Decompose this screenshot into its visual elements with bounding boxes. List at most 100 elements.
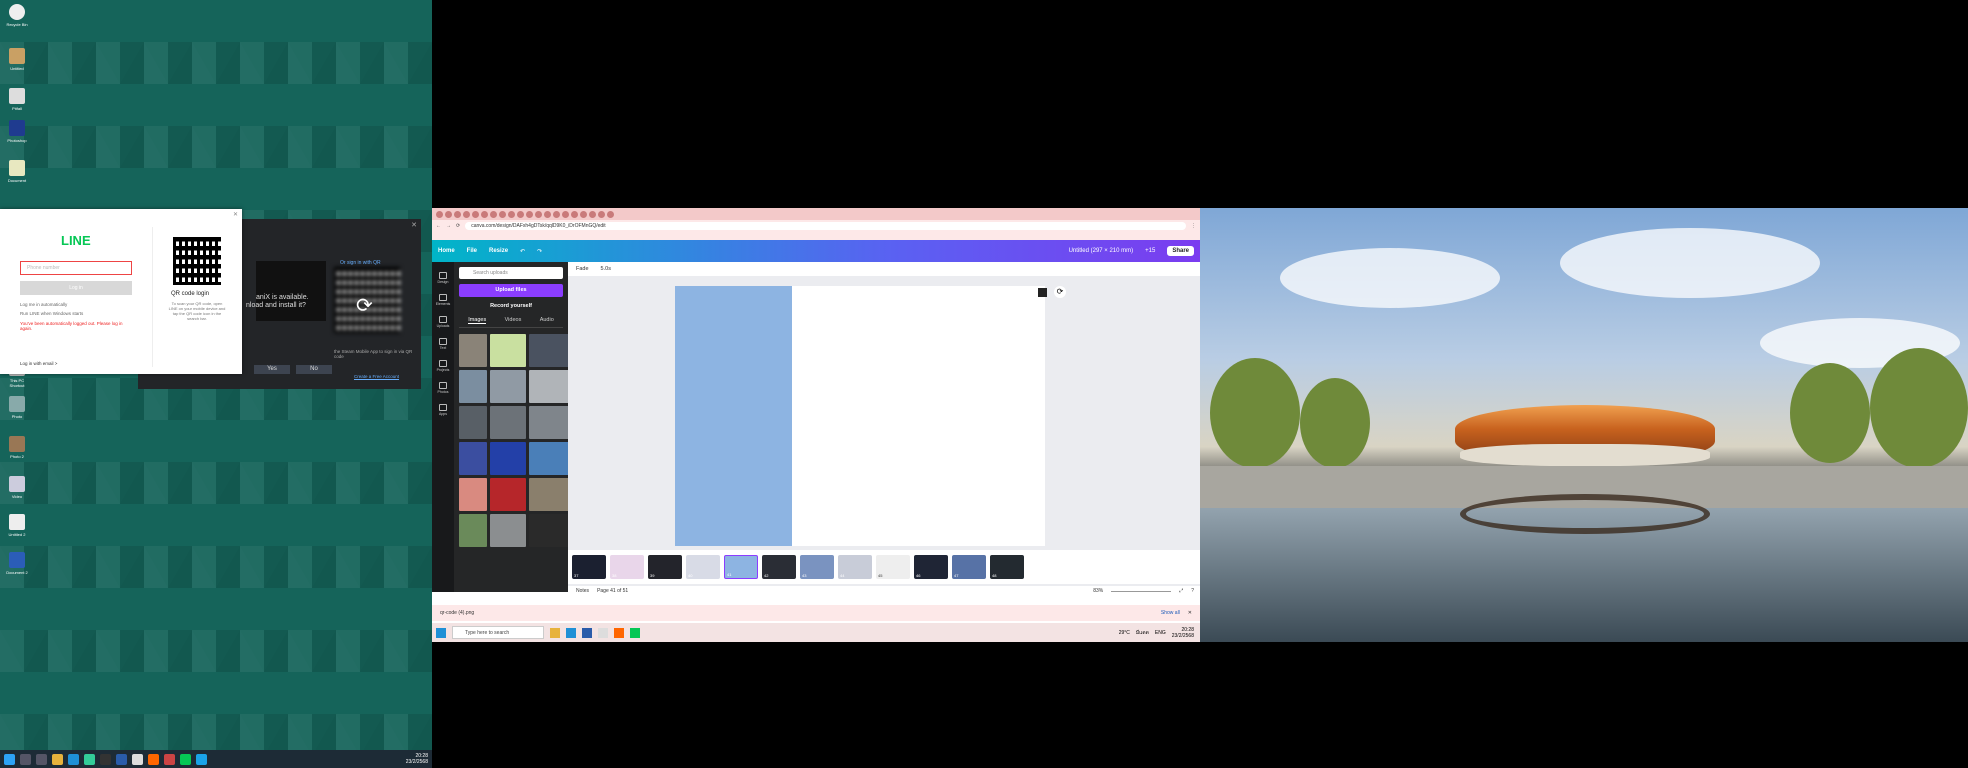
page-thumb[interactable]: 42 — [762, 555, 796, 579]
forward-icon[interactable]: → — [446, 223, 451, 229]
taskbar-clock[interactable]: 20:28 23/2/2568 — [406, 753, 428, 765]
close-icon[interactable]: ✕ — [411, 221, 417, 229]
steam-icon[interactable] — [582, 627, 592, 638]
upload-thumb[interactable] — [459, 442, 487, 475]
close-icon[interactable]: ✕ — [233, 211, 238, 218]
chrome-icon[interactable] — [132, 753, 143, 765]
weather-temp[interactable]: 29°C — [1119, 630, 1130, 636]
upload-thumb[interactable] — [490, 334, 526, 367]
app-icon[interactable] — [196, 753, 207, 765]
browser-tab[interactable] — [598, 210, 605, 218]
browser-tab[interactable] — [535, 210, 542, 218]
edge-icon[interactable] — [566, 627, 576, 638]
share-button[interactable]: Share — [1167, 246, 1194, 256]
upload-thumb[interactable] — [459, 406, 487, 439]
rail-uploads[interactable]: Uploads — [432, 316, 454, 328]
auto-login-checkbox[interactable]: Log me in automatically — [20, 302, 67, 307]
yes-button[interactable]: Yes — [254, 365, 290, 374]
upload-files-button[interactable]: Upload files — [459, 284, 563, 297]
app-icon[interactable] — [84, 753, 95, 765]
firefox-icon[interactable] — [148, 753, 159, 765]
desktop-icon[interactable]: Untitled 2 — [4, 514, 30, 537]
language-indicator[interactable]: ENG — [1155, 630, 1166, 636]
page-thumb[interactable]: 48 — [990, 555, 1024, 579]
desktop-icon[interactable]: Photo 2 — [4, 436, 30, 459]
fade-button[interactable]: Fade — [576, 266, 589, 272]
close-icon[interactable]: ✕ — [1188, 610, 1192, 616]
upload-thumb[interactable] — [459, 334, 487, 367]
line-icon[interactable] — [180, 753, 191, 765]
rail-text[interactable]: Text — [432, 338, 454, 350]
upload-thumb[interactable] — [490, 442, 526, 475]
create-account-link[interactable]: Create a Free Account — [354, 374, 399, 379]
browser-tab[interactable] — [517, 210, 524, 218]
refresh-icon[interactable]: ⟳ — [356, 293, 373, 318]
rail-apps[interactable]: Apps — [432, 404, 454, 416]
email-login-link[interactable]: Log in with email > — [20, 361, 57, 366]
help-icon[interactable]: ? — [1191, 588, 1194, 594]
file-menu[interactable]: File — [467, 248, 477, 254]
desktop-icon[interactable]: Video — [4, 476, 30, 499]
browser-tab[interactable] — [553, 210, 560, 218]
tab-images[interactable]: Images — [468, 317, 487, 324]
desktop-icon[interactable]: Photo — [4, 396, 30, 419]
explorer-icon[interactable] — [52, 753, 63, 765]
menu-icon[interactable]: ⋮ — [1191, 223, 1196, 229]
upload-thumb[interactable] — [490, 514, 526, 547]
page-thumb[interactable]: 44 — [838, 555, 872, 579]
page-badge[interactable] — [1038, 288, 1047, 297]
upload-thumb[interactable] — [529, 514, 569, 547]
browser-tab[interactable] — [562, 210, 569, 218]
search-icon[interactable] — [20, 753, 31, 765]
tab-audio[interactable]: Audio — [540, 317, 554, 324]
steam-icon[interactable] — [116, 753, 127, 765]
reload-icon[interactable]: ⟳ — [456, 223, 460, 229]
browser-tab[interactable] — [508, 210, 515, 218]
browser-tab[interactable] — [481, 210, 488, 218]
browser-tab[interactable] — [580, 210, 587, 218]
upload-thumb[interactable] — [529, 370, 569, 403]
taskview-icon[interactable] — [36, 753, 47, 765]
blue-rectangle[interactable] — [675, 286, 792, 546]
desktop-icon[interactable]: Pitfall — [4, 88, 30, 111]
browser-tab[interactable] — [463, 210, 470, 218]
page-thumb[interactable]: 41 — [724, 555, 758, 579]
page-thumb[interactable]: 37 — [572, 555, 606, 579]
start-icon[interactable] — [4, 753, 15, 765]
browser-tab[interactable] — [589, 210, 596, 218]
chrome-icon[interactable] — [598, 627, 608, 638]
firefox-icon[interactable] — [614, 627, 624, 638]
zoom-level[interactable]: 83% — [1093, 588, 1103, 594]
browser-tab[interactable] — [436, 210, 443, 218]
page-thumb[interactable]: 46 — [914, 555, 948, 579]
tab-videos[interactable]: Videos — [505, 317, 522, 324]
notes-button[interactable]: Notes — [576, 588, 589, 594]
upload-thumb[interactable] — [529, 406, 569, 439]
page-thumb[interactable]: 43 — [800, 555, 834, 579]
browser-tab[interactable] — [490, 210, 497, 218]
upload-thumb[interactable] — [529, 334, 569, 367]
rail-elements[interactable]: Elements — [432, 294, 454, 306]
page-thumb[interactable]: 40 — [686, 555, 720, 579]
edge-icon[interactable] — [68, 753, 79, 765]
upload-thumb[interactable] — [459, 370, 487, 403]
redo-icon[interactable]: ↷ — [537, 248, 542, 255]
login-button[interactable]: Log in — [20, 281, 132, 295]
browser-tab[interactable] — [445, 210, 452, 218]
startup-checkbox[interactable]: Run LINE when Windows starts — [20, 311, 83, 316]
search-uploads-input[interactable]: Search uploads — [459, 267, 563, 279]
refresh-icon[interactable]: ⟳ — [1054, 286, 1066, 298]
line-icon[interactable] — [630, 627, 640, 638]
document-title[interactable]: Untitled (297 × 210 mm) — [1069, 248, 1134, 254]
taskbar-clock[interactable]: 20:28 23/2/2568 — [1172, 627, 1194, 639]
desktop-icon[interactable]: Photoshop — [4, 120, 30, 143]
browser-tab[interactable] — [454, 210, 461, 218]
browser-tab[interactable] — [544, 210, 551, 218]
desktop-icon[interactable]: Document 2 — [4, 552, 30, 575]
page-thumb[interactable]: 45 — [876, 555, 910, 579]
no-button[interactable]: No — [296, 365, 332, 374]
phone-input[interactable]: Phone number — [20, 261, 132, 275]
upload-thumb[interactable] — [529, 442, 569, 475]
url-input[interactable]: canva.com/design/DAFxh4gDTsk/qqlD9K0_iDr… — [465, 222, 1186, 230]
upload-thumb[interactable] — [459, 478, 487, 511]
